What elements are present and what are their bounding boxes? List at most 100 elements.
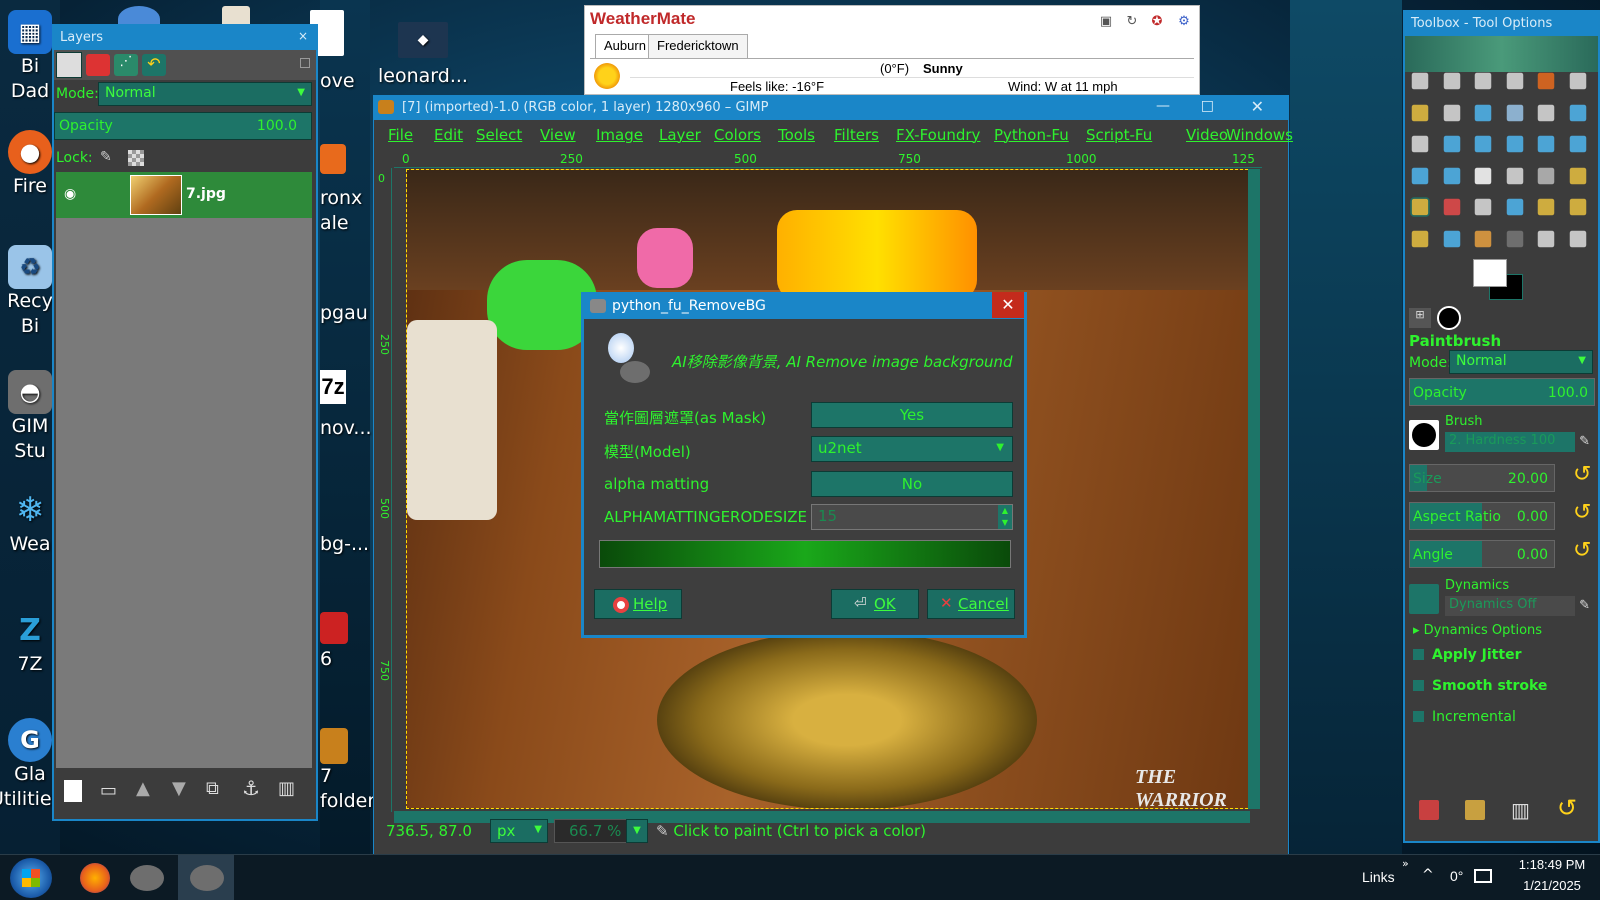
shear-tool-icon[interactable] — [1537, 135, 1555, 153]
menu-view[interactable]: View — [540, 126, 576, 144]
trash-icon[interactable]: ▥ — [278, 778, 295, 799]
reset-aspect-icon[interactable]: ↺ — [1573, 500, 1591, 525]
restore-options-icon[interactable] — [1465, 800, 1485, 820]
model-select[interactable]: u2net ▼ — [811, 436, 1013, 462]
menu-video[interactable]: Video — [1186, 126, 1228, 144]
menu-colors[interactable]: Colors — [714, 126, 761, 144]
clone-tool-icon[interactable] — [1537, 198, 1555, 216]
smooth-stroke-checkbox[interactable]: Smooth stroke — [1413, 678, 1547, 694]
maximize-icon[interactable]: □ — [1201, 98, 1214, 114]
tab-fredericktown[interactable]: Fredericktown — [648, 34, 748, 58]
paths-tool-icon[interactable] — [1443, 104, 1460, 121]
perspective-tool-icon[interactable] — [1569, 135, 1586, 153]
alert-icon[interactable]: ✪ — [1148, 13, 1166, 31]
rect-select-tool-icon[interactable] — [1411, 72, 1429, 90]
lock-alpha-icon[interactable] — [128, 150, 144, 166]
refresh-icon[interactable]: ↻ — [1123, 13, 1141, 31]
start-button[interactable] — [10, 858, 52, 898]
crop-tool-icon[interactable] — [1443, 135, 1460, 153]
zoom-tool-icon[interactable] — [1506, 104, 1523, 121]
incremental-checkbox[interactable]: Incremental — [1413, 709, 1516, 725]
perspective-clone-tool-icon[interactable] — [1411, 230, 1429, 247]
size-slider[interactable]: Size 20.00 — [1409, 464, 1555, 492]
unified-transform-tool-icon[interactable] — [1569, 230, 1586, 247]
fuzzy-select-tool-icon[interactable] — [1506, 72, 1523, 90]
heal-tool-icon[interactable] — [1569, 198, 1586, 216]
bucket-fill-tool-icon[interactable] — [1506, 167, 1523, 184]
dynamics-preview[interactable] — [1409, 584, 1439, 614]
layers-tab-icon[interactable] — [56, 52, 82, 78]
menu-edit[interactable]: Edit — [434, 126, 463, 144]
ok-button[interactable]: ⏎ OK — [831, 589, 919, 619]
text-tool-icon[interactable] — [1474, 167, 1492, 184]
lock-pixels-icon[interactable]: ✎ — [100, 149, 112, 165]
clock[interactable]: 1:18:49 PM 1/21/2025 — [1510, 857, 1594, 893]
dodge-burn-tool-icon[interactable] — [1506, 230, 1523, 247]
select-by-color-tool-icon[interactable] — [1537, 72, 1555, 90]
layer-name[interactable]: 7.jpg — [186, 186, 226, 202]
menu-image[interactable]: Image — [596, 126, 643, 144]
color-picker-tool-icon[interactable] — [1474, 104, 1492, 121]
cage-tool-icon[interactable] — [1443, 167, 1460, 184]
menu-filters[interactable]: Filters — [834, 126, 879, 144]
menu-layer[interactable]: Layer — [659, 126, 701, 144]
close-icon[interactable]: ✕ — [992, 292, 1024, 318]
vertical-ruler[interactable]: 0 250 500 750 — [376, 168, 392, 812]
cancel-button[interactable]: ✕ Cancel — [927, 589, 1015, 619]
gimp-taskbar-icon[interactable] — [130, 865, 164, 891]
foreground-select-tool-icon[interactable] — [1411, 104, 1429, 121]
scissors-select-tool-icon[interactable] — [1569, 72, 1586, 90]
tray-expand-icon[interactable]: ^ — [1422, 867, 1434, 883]
tray-temperature[interactable]: 0° — [1450, 868, 1463, 884]
raise-layer-icon[interactable]: ▲ — [136, 778, 150, 799]
paths-tab-icon[interactable]: ⋰ — [114, 54, 138, 76]
dynamics-options-expander[interactable]: ▸ Dynamics Options — [1413, 623, 1542, 638]
gimp-titlebar[interactable]: [7] (imported)-1.0 (RGB color, 1 layer) … — [374, 96, 1288, 120]
eye-icon[interactable]: ◉ — [64, 186, 76, 202]
radar-icon[interactable]: ▣ — [1097, 13, 1115, 31]
aspect-ratio-slider[interactable]: Aspect Ratio 0.00 — [1409, 502, 1555, 530]
reset-options-icon[interactable]: ↺ — [1557, 794, 1577, 822]
paintbrush-tool-icon[interactable] — [1410, 197, 1430, 217]
channels-tab-icon[interactable] — [86, 54, 110, 76]
horizontal-ruler[interactable]: 0 250 500 750 1000 125 — [394, 152, 1262, 168]
menu-windows[interactable]: Windows — [1226, 126, 1293, 144]
vlc-icon[interactable] — [320, 144, 346, 174]
menu-select[interactable]: Select — [476, 126, 522, 144]
chevron-down-icon[interactable]: ▼ — [626, 819, 648, 843]
reset-angle-icon[interactable]: ↺ — [1573, 538, 1591, 563]
dynamics-name-field[interactable]: Dynamics Off — [1445, 596, 1575, 616]
tab-auburn[interactable]: Auburn — [595, 34, 655, 59]
foreground-color-swatch[interactable] — [1473, 259, 1507, 287]
anchor-icon[interactable]: ⚓ — [242, 776, 260, 800]
angle-slider[interactable]: Angle 0.00 — [1409, 540, 1555, 568]
folder-icon[interactable]: ▭ — [100, 780, 117, 801]
desktop-icon-leonard[interactable]: ◆ leonard... — [378, 22, 468, 98]
opacity-slider[interactable]: Opacity 100.0 — [54, 112, 312, 140]
move-tool-icon[interactable] — [1569, 104, 1586, 121]
as-mask-toggle[interactable]: Yes — [811, 402, 1013, 428]
image-file-icon[interactable] — [320, 612, 348, 644]
smudge-tool-icon[interactable] — [1474, 230, 1492, 247]
pencil-tool-icon[interactable] — [1569, 167, 1586, 184]
image-file-icon[interactable] — [320, 728, 348, 764]
alpha-matting-toggle[interactable]: No — [811, 471, 1013, 497]
brush-name-field[interactable]: 2. Hardness 100 — [1445, 432, 1575, 452]
ellipse-select-tool-icon[interactable] — [1443, 72, 1460, 90]
blur-tool-icon[interactable] — [1443, 230, 1460, 247]
new-layer-icon[interactable] — [64, 780, 82, 802]
free-select-tool-icon[interactable] — [1474, 72, 1492, 90]
7zip-file-icon[interactable]: 7z — [320, 370, 346, 404]
firefox-taskbar-icon[interactable] — [80, 863, 110, 893]
brush-preview[interactable] — [1409, 420, 1439, 450]
scale-tool-icon[interactable] — [1506, 135, 1523, 153]
apply-jitter-checkbox[interactable]: Apply Jitter — [1413, 647, 1521, 663]
reset-size-icon[interactable]: ↺ — [1573, 462, 1591, 487]
duplicate-layer-icon[interactable]: ⧉ — [206, 778, 219, 799]
close-icon[interactable]: × — [298, 29, 308, 43]
brush-tab-icon[interactable] — [1437, 306, 1461, 330]
edit-brush-icon[interactable]: ✎ — [1579, 434, 1590, 449]
rotate-tool-icon[interactable] — [1474, 135, 1492, 153]
close-icon[interactable]: ✕ — [1251, 97, 1264, 116]
undo-history-icon[interactable]: ↶ — [142, 54, 166, 76]
